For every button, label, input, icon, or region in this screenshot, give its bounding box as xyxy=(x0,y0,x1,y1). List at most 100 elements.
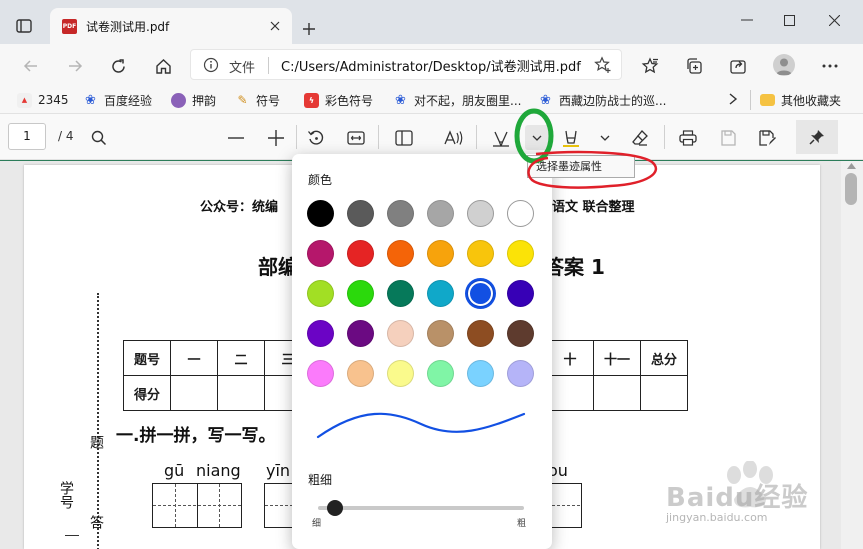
window-close-icon[interactable] xyxy=(818,8,850,32)
refresh-icon[interactable] xyxy=(105,53,131,79)
save-as-icon[interactable] xyxy=(755,125,781,151)
color-swatch[interactable] xyxy=(307,280,334,307)
vertical-scrollbar[interactable] xyxy=(841,161,863,549)
doc-header-right: 语文 联合整理 xyxy=(552,200,635,215)
color-swatch[interactable] xyxy=(387,280,414,307)
scroll-up-icon[interactable] xyxy=(847,163,856,169)
color-swatch[interactable] xyxy=(347,240,374,267)
favorite-label: 百度经验 xyxy=(104,93,153,108)
favorite-item[interactable]: ❀ 百度经验 xyxy=(83,91,152,109)
tab-actions-icon[interactable] xyxy=(12,14,36,38)
color-swatch[interactable] xyxy=(347,200,374,227)
writing-grid xyxy=(152,483,242,528)
color-swatch[interactable] xyxy=(347,320,374,347)
color-swatch[interactable] xyxy=(387,200,414,227)
color-swatch[interactable] xyxy=(427,280,454,307)
back-arrow-icon[interactable] xyxy=(18,53,44,79)
page-number-input[interactable]: 1 xyxy=(8,123,46,150)
new-tab-icon[interactable] xyxy=(298,18,320,40)
color-swatch[interactable] xyxy=(507,320,534,347)
zoom-out-icon[interactable] xyxy=(223,125,249,151)
color-swatch[interactable] xyxy=(467,200,494,227)
url-scheme-label: 文件 xyxy=(229,61,256,76)
favorite-item[interactable]: ✎ 符号 xyxy=(235,91,280,109)
color-swatch[interactable] xyxy=(387,320,414,347)
divider xyxy=(268,57,269,74)
print-icon[interactable] xyxy=(675,125,701,151)
address-bar[interactable]: 文件 C:/Users/Administrator/Desktop/试卷测试用.… xyxy=(190,49,622,80)
page-view-icon[interactable] xyxy=(391,125,417,151)
more-menu-icon[interactable] xyxy=(817,53,843,79)
thickness-slider-thumb[interactable] xyxy=(326,500,343,516)
color-swatch[interactable] xyxy=(467,280,494,307)
color-swatch[interactable] xyxy=(307,240,334,267)
table-cell: 总分 xyxy=(640,340,688,376)
search-icon[interactable] xyxy=(86,125,112,151)
navigation-bar: 文件 C:/Users/Administrator/Desktop/试卷测试用.… xyxy=(0,44,863,86)
collections-icon[interactable] xyxy=(681,53,707,79)
color-swatch[interactable] xyxy=(427,240,454,267)
color-swatch[interactable] xyxy=(507,240,534,267)
folder-icon xyxy=(760,94,775,106)
writing-grid xyxy=(552,483,582,528)
zoom-in-icon[interactable] xyxy=(263,125,289,151)
scrollbar-thumb[interactable] xyxy=(845,173,857,205)
url-text[interactable]: C:/Users/Administrator/Desktop/试卷测试用.pdf xyxy=(281,56,581,75)
save-icon[interactable] xyxy=(715,125,741,151)
margin-label: 答 xyxy=(88,515,104,529)
pin-toolbar-icon[interactable] xyxy=(796,120,838,154)
close-tab-icon[interactable] xyxy=(266,17,284,35)
home-icon[interactable] xyxy=(150,53,176,79)
color-swatch[interactable] xyxy=(507,360,534,387)
color-swatch[interactable] xyxy=(307,360,334,387)
rotate-icon[interactable] xyxy=(303,125,329,151)
favorite-item[interactable]: 押韵 xyxy=(171,91,216,109)
fit-to-width-icon[interactable] xyxy=(343,125,369,151)
purple-circle-icon xyxy=(171,92,186,108)
baidu-paw-icon: ❀ xyxy=(85,92,96,108)
add-favorite-icon[interactable] xyxy=(594,56,612,74)
favorites-star-icon[interactable] xyxy=(637,53,663,79)
color-swatch[interactable] xyxy=(467,240,494,267)
browser-tab[interactable]: PDF 试卷测试用.pdf xyxy=(50,8,292,44)
favorite-label: 2345 xyxy=(38,93,69,107)
color-swatch[interactable] xyxy=(387,360,414,387)
share-icon[interactable] xyxy=(725,53,751,79)
thickness-section-label: 粗细 xyxy=(308,473,333,487)
color-swatch[interactable] xyxy=(347,360,374,387)
pinyin-label: yīn xyxy=(266,461,291,480)
chevron-right-icon[interactable] xyxy=(727,92,739,106)
favorite-item[interactable]: ❀ 对不起，朋友圈里... xyxy=(393,91,521,109)
color-swatch[interactable] xyxy=(427,200,454,227)
color-swatch[interactable] xyxy=(347,280,374,307)
tab-title: 试卷测试用.pdf xyxy=(86,20,170,34)
color-swatch[interactable] xyxy=(307,320,334,347)
color-swatch[interactable] xyxy=(427,320,454,347)
color-swatch[interactable] xyxy=(387,240,414,267)
maximize-icon[interactable] xyxy=(773,8,805,32)
profile-avatar[interactable] xyxy=(773,54,795,76)
divider xyxy=(664,125,665,149)
table-cell xyxy=(170,375,218,411)
color-swatch[interactable] xyxy=(467,320,494,347)
thickness-slider-track[interactable] xyxy=(318,500,524,516)
pinyin-label: gū xyxy=(164,461,185,480)
color-swatch[interactable] xyxy=(507,280,534,307)
minimize-icon[interactable] xyxy=(731,8,763,32)
color-swatch[interactable] xyxy=(427,360,454,387)
divider xyxy=(476,125,477,149)
read-aloud-icon[interactable] xyxy=(441,125,467,151)
2345-logo-icon: ▲ xyxy=(17,92,32,108)
color-swatch[interactable] xyxy=(307,200,334,227)
favorite-label: 西藏边防战士的巡... xyxy=(559,93,667,108)
favorite-item[interactable]: ▲ 2345 xyxy=(17,91,69,109)
forward-arrow-icon[interactable] xyxy=(62,53,88,79)
baidu-watermark: Baidu经验 jingyan.baidu.com xyxy=(640,461,820,541)
table-cell: 一 xyxy=(170,340,218,376)
color-swatch[interactable] xyxy=(467,360,494,387)
info-icon[interactable] xyxy=(203,57,219,73)
table-cell xyxy=(593,375,641,411)
favorite-item[interactable]: ϟ 彩色符号 xyxy=(304,91,373,109)
other-favorites[interactable]: 其他收藏夹 xyxy=(760,91,841,109)
color-swatch[interactable] xyxy=(507,200,534,227)
